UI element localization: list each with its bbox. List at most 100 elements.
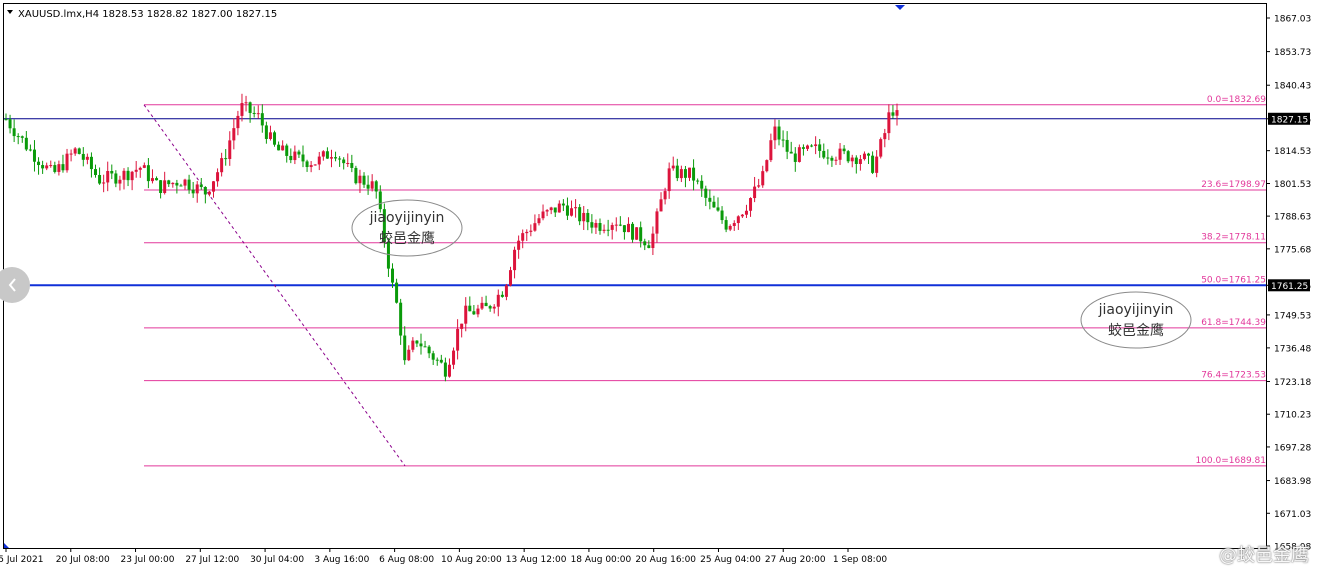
svg-text:1827.15: 1827.15 (1271, 115, 1308, 125)
candle-body (700, 180, 704, 189)
candle-body (598, 223, 602, 231)
candle-body (41, 165, 45, 169)
candle-body (521, 233, 525, 241)
candle-body (582, 212, 586, 222)
price-tick-label: 1710.23 (1274, 411, 1311, 421)
candle-body (354, 167, 358, 184)
fib-level-label: 38.2=1778.11 (1201, 233, 1266, 243)
candle-body (195, 184, 199, 194)
time-tick-label: 25 Aug 04:00 (700, 555, 761, 565)
candle-body (431, 353, 435, 360)
candle-body (606, 229, 610, 231)
candle-body (773, 126, 777, 141)
candle-body (130, 171, 134, 181)
candle-body (256, 113, 260, 115)
candle-body (818, 144, 822, 151)
candle-body (488, 306, 492, 309)
footer-watermark: @蛟邑金鹰 (1219, 545, 1309, 566)
candle-body (118, 179, 122, 184)
candle-body (260, 113, 264, 126)
candle-body (814, 144, 818, 147)
candle-body (728, 225, 732, 230)
candle-body (89, 156, 93, 170)
candle-body (395, 282, 399, 303)
candle-body (439, 359, 443, 363)
price-tick-label: 1749.53 (1274, 311, 1311, 321)
candle-body (16, 136, 20, 138)
watermark-2-line1: jiaoyijinyin (1098, 302, 1174, 318)
candle-body (220, 158, 224, 173)
candle-body (753, 186, 757, 199)
candle-body (334, 157, 338, 159)
current-price-box: 1827.15 (1268, 112, 1310, 125)
candle-body (513, 249, 517, 271)
candle-body (517, 240, 521, 250)
candle-body (187, 179, 191, 190)
candle-body (415, 340, 419, 344)
candle-body (492, 306, 496, 309)
candle-body (651, 233, 655, 249)
candle-body (203, 186, 207, 195)
price-tick-label: 1683.98 (1274, 477, 1311, 487)
candle-body (53, 165, 57, 172)
candle-body (504, 285, 508, 297)
time-tick-label: 1 Sep 08:00 (833, 555, 888, 565)
candle-body (777, 126, 781, 140)
candle-body (602, 229, 606, 231)
candle-body (8, 119, 12, 129)
candle-body (146, 165, 150, 182)
candle-body (37, 161, 41, 166)
candle-body (854, 157, 858, 164)
time-tick-label: 15 Jul 2021 (0, 555, 43, 565)
time-tick-label: 27 Aug 20:00 (765, 555, 826, 565)
candle-body (639, 227, 643, 242)
candle-body (732, 223, 736, 226)
candle-body (805, 145, 809, 149)
candle-body (427, 346, 431, 354)
candle-body (374, 181, 378, 192)
candle-body (643, 241, 647, 246)
candle-body (150, 178, 154, 182)
candle-body (659, 199, 663, 212)
candle-body (525, 231, 529, 234)
candle-body (716, 207, 720, 211)
candle-body (252, 112, 256, 114)
candle-body (789, 151, 793, 154)
candle-body (378, 191, 382, 210)
candle-body (464, 305, 468, 324)
candle-body (688, 167, 692, 178)
candle-body (496, 294, 500, 307)
candle-body (655, 211, 659, 234)
candle-body (285, 145, 289, 156)
watermark-2-line2: 蛟邑金鹰 (1108, 323, 1164, 339)
candle-body (736, 216, 740, 224)
candle-body (757, 185, 761, 187)
candle-body (887, 112, 891, 134)
candle-body (216, 172, 220, 182)
time-tick-label: 23 Jul 00:00 (121, 555, 175, 565)
candle-body (106, 170, 110, 183)
fib-level-label: 0.0=1832.69 (1207, 95, 1266, 105)
candle-body (549, 207, 553, 211)
candle-body (325, 151, 329, 159)
price-chart[interactable]: XAUUSD.lmx,H4 1828.53 1828.82 1827.00 18… (0, 0, 1317, 571)
candle-body (875, 156, 879, 173)
price-tick-label: 1801.53 (1274, 180, 1311, 190)
candle-body (622, 225, 626, 233)
candle-body (155, 178, 159, 181)
time-tick-label: 3 Aug 16:00 (314, 555, 369, 565)
candle-body (293, 151, 297, 161)
fib-level-label: 61.8=1744.39 (1201, 318, 1266, 328)
candle-body (94, 169, 98, 176)
candle-body (142, 165, 146, 168)
candle-body (533, 223, 537, 231)
candle-body (199, 184, 203, 187)
candle-body (81, 153, 85, 160)
candle-body (114, 173, 118, 184)
watermark-1-line2: 蛟邑金鹰 (379, 231, 435, 247)
candle-body (57, 164, 61, 172)
candle-body (102, 182, 106, 184)
candle-body (61, 164, 65, 171)
candle-body (545, 210, 549, 212)
candle-body (769, 140, 773, 161)
